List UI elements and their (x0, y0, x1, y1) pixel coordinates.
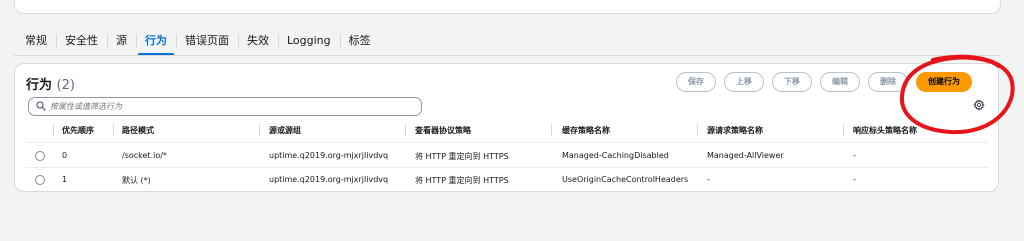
col-priority[interactable]: 优先顺序 (62, 125, 94, 136)
row-divider (26, 142, 988, 143)
delete-button[interactable]: 删除 (868, 72, 908, 92)
edit-button[interactable]: 编辑 (820, 72, 860, 92)
search-field[interactable] (28, 97, 422, 116)
tab-general[interactable]: 常规 (16, 31, 56, 51)
tab-error-pages[interactable]: 错误页面 (176, 31, 238, 51)
row-select-radio[interactable] (35, 175, 45, 185)
create-behavior-button[interactable]: 创建行为 (916, 72, 972, 92)
cell-origin-request-policy: Managed-AllViewer (707, 151, 784, 160)
cell-origin: uptime.q2019.org-mjxrjlivdvq (269, 175, 389, 184)
table-row[interactable]: 1 默认 (*) uptime.q2019.org-mjxrjlivdvq 将 … (15, 168, 998, 190)
column-divider (405, 124, 406, 136)
tab-divider (14, 55, 1000, 56)
behavior-count: (2) (56, 78, 75, 93)
tab-invalidations[interactable]: 失效 (238, 31, 278, 51)
cell-cache-policy: Managed-CachingDisabled (562, 151, 669, 160)
col-cache-policy[interactable]: 缓存策略名称 (562, 125, 610, 136)
column-divider (551, 124, 552, 136)
col-origin[interactable]: 源或源组 (269, 125, 301, 136)
move-down-button[interactable]: 下移 (772, 72, 812, 92)
table-row[interactable]: 0 /socket.io/* uptime.q2019.org-mjxrjliv… (15, 144, 998, 166)
cell-viewer-policy: 将 HTTP 重定向到 HTTPS (415, 152, 509, 161)
tab-bar: 常规 安全性 源 行为 错误页面 失效 Logging 标签 (16, 29, 380, 56)
search-icon (36, 101, 46, 111)
cell-origin-request-policy: - (707, 175, 710, 184)
tab-logging[interactable]: Logging (278, 31, 340, 51)
cell-response-headers-policy: - (853, 151, 856, 160)
tab-behaviors[interactable]: 行为 (136, 31, 176, 56)
column-divider (697, 124, 698, 136)
top-card (14, 0, 1001, 14)
column-divider (53, 124, 54, 136)
tab-origins[interactable]: 源 (107, 31, 136, 51)
column-divider (259, 124, 260, 136)
panel-actions: 保存 上移 下移 编辑 删除 创建行为 (668, 72, 972, 92)
tab-tags[interactable]: 标签 (339, 31, 380, 51)
col-origin-request-policy[interactable]: 源请求策略名称 (707, 125, 763, 136)
table-header: 优先顺序 路径模式 源或源组 查看器协议策略 缓存策略名称 源请求策略名称 响应… (15, 122, 998, 138)
cell-response-headers-policy: - (853, 175, 856, 184)
col-response-headers-policy[interactable]: 响应标头策略名称 (853, 125, 917, 136)
col-path-pattern[interactable]: 路径模式 (122, 125, 154, 136)
cell-viewer-policy: 将 HTTP 重定向到 HTTPS (415, 176, 509, 185)
cell-path: 默认 (*) (122, 176, 151, 185)
cell-origin: uptime.q2019.org-mjxrjlivdvq (269, 151, 389, 160)
cell-path: /socket.io/* (122, 151, 167, 160)
cell-priority: 1 (62, 175, 68, 184)
column-divider (113, 124, 114, 136)
col-viewer-policy[interactable]: 查看器协议策略 (415, 125, 471, 136)
panel-title-text: 行为 (26, 78, 53, 93)
save-button[interactable]: 保存 (676, 72, 716, 92)
panel-title: 行为 (2) (26, 74, 75, 93)
move-up-button[interactable]: 上移 (724, 72, 764, 92)
search-input[interactable] (50, 99, 410, 113)
behaviors-panel: 行为 (2) 保存 上移 下移 编辑 删除 创建行为 优先顺序 路径模式 源或源… (14, 63, 999, 192)
tab-security[interactable]: 安全性 (56, 31, 107, 51)
gear-icon[interactable] (973, 99, 985, 111)
cell-priority: 0 (62, 151, 68, 160)
cell-cache-policy: UseOriginCacheControlHeaders (562, 175, 689, 184)
column-divider (843, 124, 844, 136)
row-select-radio[interactable] (35, 151, 45, 161)
